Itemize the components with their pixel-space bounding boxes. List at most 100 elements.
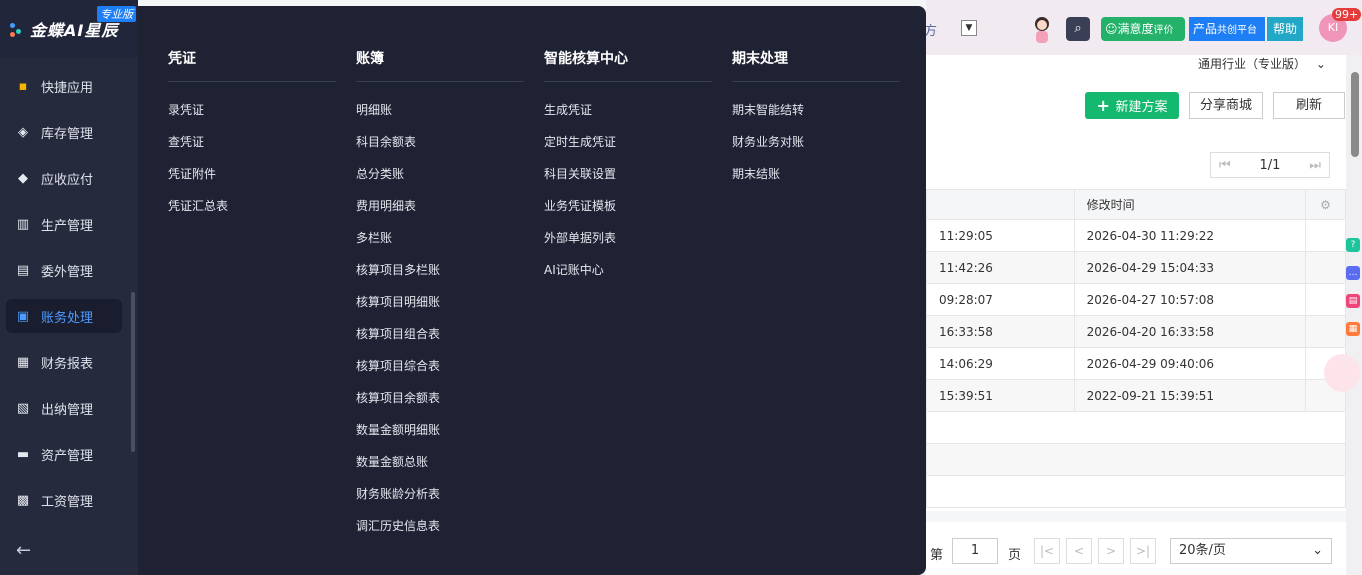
account-dropdown-icon[interactable]: ▼ (961, 20, 977, 36)
cell-create-time: 11:29:05 (926, 219, 1075, 252)
menu-item[interactable]: 核算项目余额表 (356, 382, 524, 414)
cell-empty (926, 443, 1346, 476)
menu-item[interactable]: 调汇历史信息表 (356, 510, 524, 542)
menu-column-title: 智能核算中心 (544, 6, 712, 82)
sidebar-item-factory[interactable]: ▥ 生产管理 (0, 201, 138, 247)
page-prefix: 第 (930, 548, 944, 563)
factory-icon: ▥ (16, 216, 30, 232)
satisfaction-button[interactable]: ☺满意度评价 (1101, 17, 1185, 41)
sidebar-item-apps[interactable]: ▪ 快捷应用 (0, 63, 138, 109)
next-page-button[interactable]: > (1098, 538, 1124, 564)
menu-item[interactable]: 多栏账 (356, 222, 524, 254)
settings-gear-icon[interactable]: ⚙ (1305, 189, 1346, 220)
menu-item[interactable]: 数量金额明细账 (356, 414, 524, 446)
menu-column-title: 期末处理 (732, 6, 900, 82)
menu-item[interactable]: 科目余额表 (356, 126, 524, 158)
sidebar-item-asset[interactable]: ▬ 资产管理 (0, 431, 138, 477)
cell-modified-time: 2026-04-27 10:57:08 (1073, 283, 1307, 316)
table-row[interactable]: 11:29:05 2026-04-30 11:29:22 (926, 219, 1346, 252)
product-sub: 共创平台 (1217, 25, 1258, 36)
logo[interactable]: 金蝶AI星辰 专业版 (0, 0, 138, 58)
menu-item[interactable]: 期末结账 (732, 158, 900, 190)
industry-select[interactable]: 通用行业（专业版） ⌄ (1198, 55, 1346, 73)
menu-item[interactable]: AI记账中心 (544, 254, 712, 286)
menu-column: 期末处理期末智能结转 财务业务对账 期末结账 (732, 6, 900, 190)
last-page-button[interactable]: >| (1130, 538, 1156, 564)
sidebar-item-label: 出纳管理 (41, 402, 94, 418)
menu-item[interactable]: 凭证附件 (168, 158, 336, 190)
bottom-pager: 第 1 页 |< < > >| 20条/页 ⌄ (926, 522, 1346, 575)
clipboard-icon[interactable]: ▤ (1346, 294, 1360, 308)
assistant-avatar-icon[interactable] (1031, 15, 1053, 43)
refresh-button[interactable]: 刷新 (1273, 92, 1345, 119)
sidebar-item-ledger[interactable]: ▣ 账务处理 (6, 299, 122, 333)
column-header-modified[interactable]: 修改时间 (1073, 189, 1307, 220)
page-suffix: 页 (1008, 548, 1022, 563)
sidebar-item-receivable[interactable]: ◆ 应收应付 (0, 155, 138, 201)
table-row[interactable]: 14:06:29 2026-04-29 09:40:06 (926, 347, 1346, 380)
first-page-icon[interactable]: ⏮ (1219, 158, 1231, 173)
question-icon[interactable]: ? (1346, 238, 1360, 252)
page-scrollbar[interactable] (1351, 72, 1359, 157)
menu-item[interactable]: 核算项目组合表 (356, 318, 524, 350)
chevron-down-icon: ⌄ (1312, 543, 1323, 558)
table-row[interactable]: 09:28:07 2026-04-27 10:57:08 (926, 283, 1346, 316)
search-icon[interactable]: ⌕ (1066, 17, 1090, 41)
sidebar-item-outsource[interactable]: ▤ 委外管理 (0, 247, 138, 293)
sidebar-scrollbar[interactable] (131, 292, 135, 452)
chat-icon[interactable]: … (1346, 266, 1360, 280)
asset-icon: ▬ (16, 446, 30, 462)
first-page-button[interactable]: |< (1034, 538, 1060, 564)
gift-icon[interactable]: ▦ (1346, 322, 1360, 336)
collapse-arrow-icon[interactable]: ← (16, 540, 31, 561)
table-row[interactable]: 11:42:26 2026-04-29 15:04:33 (926, 251, 1346, 284)
new-plan-button[interactable]: + 新建方案 (1085, 92, 1179, 119)
menu-column: 账簿 明细账 科目余额表 总分类账 费用明细表 多栏账 核算项目多栏账 核算项目明细账 核算项目… (356, 6, 524, 542)
sidebar-item-label: 快捷应用 (41, 80, 94, 96)
help-button[interactable]: 帮助 (1267, 17, 1303, 41)
sidebar-nav: ▪ 快捷应用 ◈ 库存管理 ◆ 应收应付 ▥ 生产管理 ▤ 委外管理 ▣ 账务处理 ▦ 财务报表 ▧ 出纳管理… (0, 63, 138, 523)
prev-page-button[interactable]: < (1066, 538, 1092, 564)
menu-item[interactable]: 费用明细表 (356, 190, 524, 222)
menu-item[interactable]: 业务凭证模板 (544, 190, 712, 222)
menu-item[interactable]: 查凭证 (168, 126, 336, 158)
menu-item[interactable]: 核算项目多栏账 (356, 254, 524, 286)
menu-item[interactable]: 录凭证 (168, 94, 336, 126)
menu-item[interactable]: 核算项目明细账 (356, 286, 524, 318)
cell-create-time: 11:42:26 (926, 251, 1075, 284)
page-size-select[interactable]: 20条/页 ⌄ (1170, 538, 1332, 564)
menu-item[interactable]: 定时生成凭证 (544, 126, 712, 158)
menu-item[interactable]: 财务业务对账 (732, 126, 900, 158)
ai-assistant-icon[interactable] (1324, 354, 1360, 392)
sidebar-item-label: 应收应付 (41, 172, 94, 188)
page-number-input[interactable]: 1 (952, 538, 998, 564)
menu-item[interactable]: 数量金额总账 (356, 446, 524, 478)
last-page-icon[interactable]: ⏭ (1309, 158, 1321, 173)
menu-item[interactable]: 总分类账 (356, 158, 524, 190)
sidebar-item-box[interactable]: ◈ 库存管理 (0, 109, 138, 155)
cell-create-time: 09:28:07 (926, 283, 1075, 316)
table-row[interactable]: 16:33:58 2026-04-20 16:33:58 (926, 315, 1346, 348)
menu-item[interactable]: 科目关联设置 (544, 158, 712, 190)
menu-item[interactable]: 凭证汇总表 (168, 190, 336, 222)
menu-item[interactable]: 外部单据列表 (544, 222, 712, 254)
sidebar-item-salary[interactable]: ▩ 工资管理 (0, 477, 138, 523)
table-row-empty (926, 411, 1346, 444)
menu-item[interactable]: 财务账龄分析表 (356, 478, 524, 510)
menu-item[interactable]: 期末智能结转 (732, 94, 900, 126)
menu-column-title: 凭证 (168, 6, 336, 82)
sidebar-item-cashier[interactable]: ▧ 出纳管理 (0, 385, 138, 431)
sidebar-item-report[interactable]: ▦ 财务报表 (0, 339, 138, 385)
table-row[interactable]: 15:39:51 2022-09-21 15:39:51 (926, 379, 1346, 412)
cell-empty (1305, 219, 1346, 252)
product-platform-button[interactable]: 产品共创平台 (1189, 17, 1265, 41)
table-row-empty (926, 475, 1346, 508)
salary-icon: ▩ (16, 492, 30, 508)
share-mall-button[interactable]: 分享商城 (1189, 92, 1263, 119)
menu-item[interactable]: 核算项目综合表 (356, 350, 524, 382)
menu-item[interactable]: 生成凭证 (544, 94, 712, 126)
menu-item[interactable]: 明细账 (356, 94, 524, 126)
sidebar-item-label: 工资管理 (41, 494, 94, 510)
new-plan-label: 新建方案 (1115, 100, 1168, 115)
logo-icon (10, 21, 26, 37)
